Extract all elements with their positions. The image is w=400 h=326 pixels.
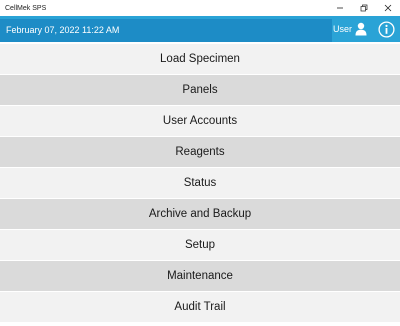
info-button[interactable] — [376, 19, 396, 39]
app-window: CellMek SPS February 07, 2022 11:22 AM U… — [0, 0, 400, 326]
menu-item-panels[interactable]: Panels — [0, 75, 400, 105]
menu-item-archive-and-backup[interactable]: Archive and Backup — [0, 199, 400, 229]
menu-item-status[interactable]: Status — [0, 168, 400, 198]
datetime-display: February 07, 2022 11:22 AM — [6, 25, 120, 35]
window-title: CellMek SPS — [5, 4, 47, 12]
info-icon — [377, 20, 395, 38]
menu-item-maintenance[interactable]: Maintenance — [0, 261, 400, 291]
minimize-button[interactable] — [328, 0, 352, 16]
close-button[interactable] — [376, 0, 400, 16]
user-button[interactable]: User — [333, 16, 367, 42]
menu-item-load-specimen[interactable]: Load Specimen — [0, 44, 400, 74]
window-titlebar[interactable]: CellMek SPS — [0, 0, 400, 16]
restore-button[interactable] — [352, 0, 376, 16]
close-icon — [384, 4, 392, 12]
minimize-icon — [337, 7, 343, 9]
main-menu: Load Specimen Panels User Accounts Reage… — [0, 44, 400, 323]
window-controls — [328, 0, 400, 16]
datetime-panel: February 07, 2022 11:22 AM — [0, 19, 332, 42]
user-label: User — [333, 24, 353, 34]
menu-item-user-accounts[interactable]: User Accounts — [0, 106, 400, 136]
menu-item-setup[interactable]: Setup — [0, 230, 400, 260]
user-icon — [355, 22, 367, 36]
menu-item-audit-trail[interactable]: Audit Trail — [0, 292, 400, 322]
menu-item-reagents[interactable]: Reagents — [0, 137, 400, 167]
restore-icon — [360, 4, 368, 12]
